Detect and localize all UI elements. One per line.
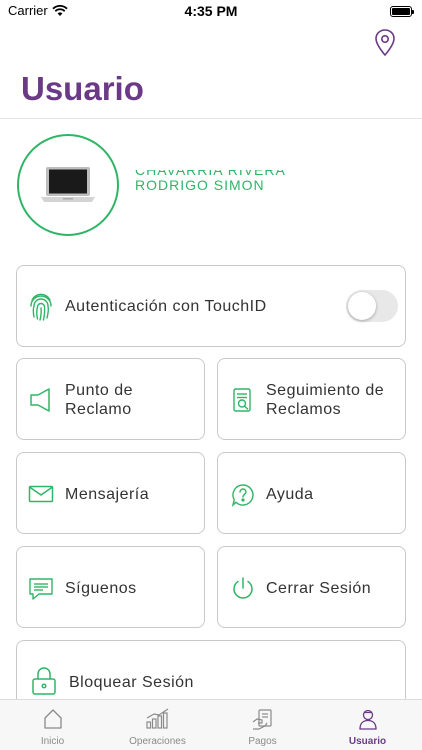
tab-operaciones[interactable]: Operaciones: [105, 700, 210, 750]
megaphone-icon: [29, 387, 53, 418]
tab-usuario-label: Usuario: [348, 736, 387, 747]
user-name-line2: RODRIGO SIMON: [135, 177, 265, 191]
tab-operaciones-label: Operaciones: [129, 736, 186, 747]
envelope-icon: [28, 485, 54, 508]
seguimiento-reclamos-button[interactable]: Seguimiento de Reclamos: [217, 358, 406, 440]
tab-inicio-label: Inicio: [40, 736, 65, 747]
avatar[interactable]: [17, 134, 119, 236]
seguimiento-label: Seguimiento de Reclamos: [266, 382, 385, 418]
punto-reclamo-label: Punto de Reclamo: [65, 382, 134, 418]
map-pin-icon: [375, 29, 395, 57]
help-icon: [231, 483, 255, 512]
ayuda-label: Ayuda: [266, 486, 314, 503]
tab-bar: Inicio Operaciones Pagos Usuario: [0, 699, 422, 750]
document-search-icon: [232, 387, 254, 420]
toggle-knob: [348, 292, 376, 320]
fingerprint-icon: [29, 290, 53, 327]
user-name: CHAVARRIA RIVERA RODRIGO SIMON: [135, 170, 295, 190]
laptop-icon: [41, 167, 95, 202]
padlock-icon: [31, 666, 57, 701]
punto-reclamo-button[interactable]: Punto de Reclamo: [16, 358, 205, 440]
clock: 4:35 PM: [184, 3, 238, 19]
siguenos-button[interactable]: Síguenos: [16, 546, 205, 628]
tab-pagos-label: Pagos: [248, 736, 277, 747]
tab-usuario[interactable]: Usuario: [315, 700, 420, 750]
cerrar-sesion-label: Cerrar Sesión: [266, 580, 372, 597]
home-icon: [42, 708, 64, 735]
touchid-label: Autenticación con TouchID: [65, 298, 267, 315]
siguenos-label: Síguenos: [65, 580, 137, 597]
header-divider: [0, 118, 422, 119]
power-icon: [231, 576, 255, 605]
bloquear-sesion-label: Bloquear Sesión: [69, 674, 194, 691]
touchid-toggle[interactable]: [346, 290, 398, 322]
status-bar: Carrier 4:35 PM: [0, 0, 422, 24]
payments-icon: [251, 708, 275, 737]
cerrar-sesion-button[interactable]: Cerrar Sesión: [217, 546, 406, 628]
mensajeria-label: Mensajería: [65, 486, 150, 503]
location-button[interactable]: [372, 28, 398, 58]
chart-icon: [145, 708, 171, 735]
page-title: Usuario: [21, 70, 144, 107]
chat-icon: [28, 577, 54, 606]
tab-inicio[interactable]: Inicio: [0, 700, 105, 750]
ayuda-button[interactable]: Ayuda: [217, 452, 406, 534]
mensajeria-button[interactable]: Mensajería: [16, 452, 205, 534]
battery-icon: [390, 6, 414, 17]
tab-pagos[interactable]: Pagos: [210, 700, 315, 750]
user-icon: [357, 708, 379, 735]
